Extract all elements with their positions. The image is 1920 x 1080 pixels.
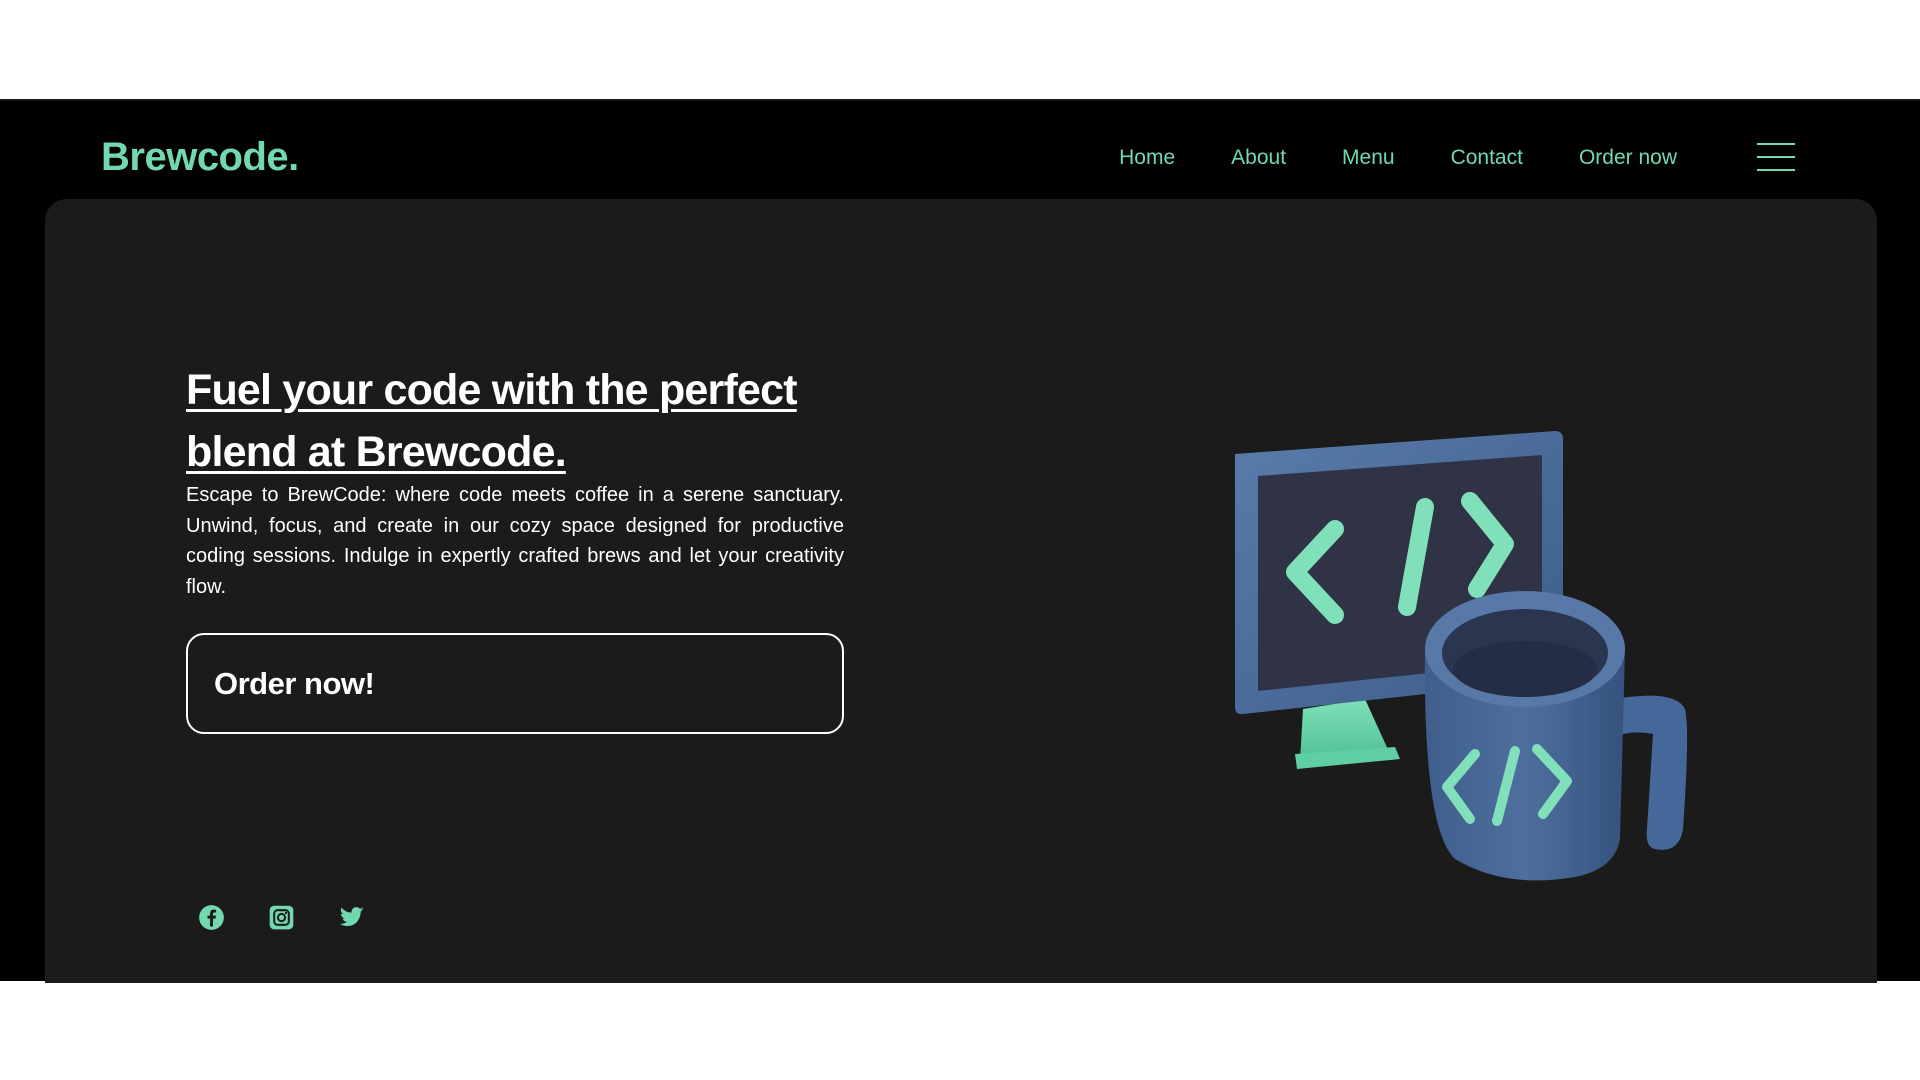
hero-description: Escape to BrewCode: where code meets cof… <box>186 484 844 598</box>
main-nav: Home About Menu Contact Order now <box>1119 146 1677 170</box>
monitor-and-coffee-mug-illustration <box>1235 431 1688 881</box>
facebook-icon[interactable] <box>198 904 225 931</box>
nav-link-menu[interactable]: Menu <box>1342 146 1395 170</box>
nav-link-about[interactable]: About <box>1231 146 1286 170</box>
order-now-button[interactable]: Order now! <box>186 633 844 734</box>
instagram-icon[interactable] <box>268 904 295 931</box>
brand-logo[interactable]: Brewcode. <box>101 135 299 180</box>
social-links <box>198 904 365 931</box>
website-frame: Brewcode. Home About Menu Contact Order … <box>0 99 1920 983</box>
hero-headline: Fuel your code with the perfect blend at… <box>186 366 798 476</box>
twitter-icon[interactable] <box>338 904 365 931</box>
hero-section: Fuel your code with the perfect blend at… <box>45 199 1877 983</box>
hamburger-menu-icon[interactable] <box>1757 143 1795 171</box>
nav-link-order-now[interactable]: Order now <box>1579 146 1677 170</box>
nav-link-home[interactable]: Home <box>1119 146 1175 170</box>
nav-link-contact[interactable]: Contact <box>1451 146 1523 170</box>
top-navigation-bar: Brewcode. Home About Menu Contact Order … <box>0 101 1920 199</box>
